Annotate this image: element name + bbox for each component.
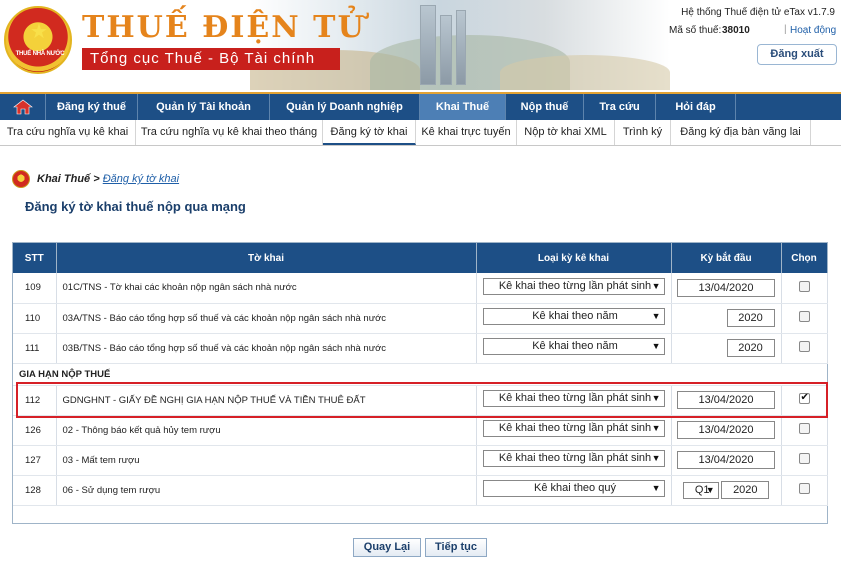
start-year-input[interactable]: 2020 <box>721 481 770 499</box>
start-date-input[interactable]: 13/04/2020 <box>677 421 775 439</box>
nav-home[interactable] <box>0 94 46 120</box>
select-checkbox[interactable] <box>798 311 810 322</box>
table-row: 111 03B/TNS - Báo cáo tổng hợp số thuế v… <box>13 333 828 364</box>
start-year-input[interactable]: 2020 <box>726 339 775 357</box>
start-date-input[interactable]: 13/04/2020 <box>677 451 775 469</box>
subnav-tra-cuu-nghia-vu[interactable]: Tra cứu nghĩa vụ kê khai <box>0 120 136 145</box>
period-type-select[interactable]: Kê khai theo từng lần phát sinh ▼ <box>482 420 665 437</box>
main-nav: Đăng ký thuế Quản lý Tài khoản Quản lý D… <box>0 92 841 120</box>
back-button[interactable]: Quay Lại <box>353 538 421 557</box>
start-date-input[interactable]: 13/04/2020 <box>677 391 775 409</box>
nav-quan-ly-doanh-nghiep[interactable]: Quản lý Doanh nghiệp <box>270 94 420 120</box>
dropdown-arrow-icon: ▼ <box>651 311 661 321</box>
nav-tra-cuu[interactable]: Tra cứu <box>584 94 656 120</box>
select-checkbox[interactable] <box>798 341 810 352</box>
start-date-input[interactable]: 13/04/2020 <box>677 278 775 297</box>
row-stt: 127 <box>13 445 57 476</box>
breadcrumb-separator: > <box>90 173 103 185</box>
start-year-input[interactable]: 2020 <box>726 309 775 327</box>
dropdown-arrow-icon: ▼ <box>705 484 715 495</box>
subnav-nop-to-khai-xml[interactable]: Nộp tờ khai XML <box>517 120 615 145</box>
taxcode-label: Mã số thuế: <box>669 25 722 36</box>
nav-quan-ly-tai-khoan[interactable]: Quản lý Tài khoản <box>138 94 270 120</box>
declaration-table-container: STT Tờ khai Loại kỳ kê khai Kỳ bắt đầu C… <box>12 242 828 524</box>
row-name: 02 - Thông báo kết quả hủy tem rượu <box>56 415 477 446</box>
row-stt: 128 <box>13 475 57 506</box>
row-name: 01C/TNS - Tờ khai các khoản nộp ngân sác… <box>56 273 477 304</box>
period-type-select[interactable]: Kê khai theo từng lần phát sinh ▼ <box>482 390 665 407</box>
table-row: 126 02 - Thông báo kết quả hủy tem rượu … <box>13 415 828 446</box>
period-type-select[interactable]: Kê khai theo từng lần phát sinh ▼ <box>482 277 665 295</box>
dropdown-arrow-icon: ▼ <box>651 341 661 351</box>
row-stt: 110 <box>13 303 57 334</box>
breadcrumb: Khai Thuế > Đăng ký tờ khai <box>37 173 179 185</box>
brand-subtitle: Tổng cục Thuế - Bộ Tài chính <box>82 48 340 70</box>
table-row: 112 GDNGHNT - GIẤY ĐỀ NGHỊ GIA HẠN NỘP T… <box>13 385 828 416</box>
subnav-ke-khai-truc-tuyen[interactable]: Kê khai trực tuyến <box>416 120 517 145</box>
row-name: 03A/TNS - Báo cáo tổng hợp số thuế và cá… <box>56 303 477 334</box>
breadcrumb-current[interactable]: Đăng ký tờ khai <box>103 173 179 185</box>
national-emblem-logo: ★ THUẾ NHÀ NƯỚC <box>4 6 72 74</box>
sub-nav: Tra cứu nghĩa vụ kê khai Tra cứu nghĩa v… <box>0 120 841 146</box>
dropdown-arrow-icon: ▼ <box>651 393 661 403</box>
table-header-row: STT Tờ khai Loại kỳ kê khai Kỳ bắt đầu C… <box>13 243 828 273</box>
row-name: GDNGHNT - GIẤY ĐỀ NGHỊ GIA HẠN NỘP THUẾ … <box>56 385 477 416</box>
dropdown-arrow-icon: ▼ <box>651 280 661 291</box>
row-stt: 109 <box>13 273 57 304</box>
page-title: Đăng ký tờ khai thuế nộp qua mạng <box>25 199 246 214</box>
activity-link[interactable]: Hoạt động <box>790 25 836 36</box>
group-label: GIA HẠN NỘP THUẾ <box>13 363 827 386</box>
select-checkbox[interactable] <box>798 280 810 292</box>
home-icon <box>13 99 33 115</box>
table-row: 128 06 - Sử dụng tem rượu Kê khai theo q… <box>13 475 828 506</box>
subnav-trinh-ky[interactable]: Trình ký <box>615 120 671 145</box>
table-row: 127 03 - Mất tem rượu Kê khai theo từng … <box>13 445 828 476</box>
dropdown-arrow-icon: ▼ <box>651 423 661 433</box>
header: ★ THUẾ NHÀ NƯỚC THUẾ ĐIỆN TỬ Tổng cục Th… <box>0 0 841 92</box>
quarter-select[interactable]: Q1 ▼ <box>682 481 719 499</box>
emblem-text: THUẾ NHÀ NƯỚC <box>15 51 65 57</box>
header-chon: Chọn <box>781 243 828 273</box>
dropdown-arrow-icon: ▼ <box>651 483 661 493</box>
subnav-dang-ky-dia-ban[interactable]: Đăng ký địa bàn vãng lai <box>671 120 811 145</box>
nav-dang-ky-thue[interactable]: Đăng ký thuế <box>46 94 138 120</box>
row-name: 03B/TNS - Báo cáo tổng hợp số thuế và cá… <box>56 333 477 364</box>
row-stt: 112 <box>13 385 57 416</box>
nav-hoi-dap[interactable]: Hỏi đáp <box>656 94 736 120</box>
group-row: GIA HẠN NỘP THUẾ <box>13 363 827 386</box>
logout-button[interactable]: Đăng xuất <box>757 44 837 65</box>
taxcode-separator: | <box>784 24 787 35</box>
period-type-select[interactable]: Kê khai theo từng lần phát sinh ▼ <box>482 450 665 467</box>
select-checkbox-checked[interactable] <box>798 392 810 404</box>
row-stt: 126 <box>13 415 57 446</box>
breadcrumb-khai-thue[interactable]: Khai Thuế <box>37 173 90 185</box>
subnav-tra-cuu-theo-thang[interactable]: Tra cứu nghĩa vụ kê khai theo tháng <box>136 120 323 145</box>
header-stt: STT <box>13 243 57 273</box>
period-type-select[interactable]: Kê khai theo quý ▼ <box>482 480 665 497</box>
period-type-select[interactable]: Kê khai theo năm ▼ <box>482 308 665 325</box>
row-stt: 111 <box>13 333 57 364</box>
select-checkbox[interactable] <box>798 483 810 494</box>
nav-nop-thue[interactable]: Nộp thuế <box>506 94 584 120</box>
star-icon: ★ <box>30 21 48 43</box>
table-row: 109 01C/TNS - Tờ khai các khoản nộp ngân… <box>13 273 828 304</box>
continue-button[interactable]: Tiếp tục <box>425 538 487 557</box>
brand-title: THUẾ ĐIỆN TỬ <box>82 10 366 45</box>
emblem-icon <box>12 170 30 188</box>
period-type-select[interactable]: Kê khai theo năm ▼ <box>482 338 665 355</box>
header-loai-ky: Loại kỳ kê khai <box>476 243 672 273</box>
header-to-khai: Tờ khai <box>56 243 477 273</box>
select-checkbox[interactable] <box>798 453 810 464</box>
header-ky-bat-dau: Kỳ bắt đầu <box>671 243 782 273</box>
table-row: 110 03A/TNS - Báo cáo tổng hợp số thuế v… <box>13 303 828 334</box>
row-name: 03 - Mất tem rượu <box>56 445 477 476</box>
nav-khai-thue[interactable]: Khai Thuế <box>420 94 506 120</box>
select-checkbox[interactable] <box>798 423 810 434</box>
system-name: Hệ thống Thuế điện tử eTax v1.7.9 <box>681 7 835 18</box>
subnav-dang-ky-to-khai[interactable]: Đăng ký tờ khai <box>323 120 416 145</box>
declaration-table: STT Tờ khai Loại kỳ kê khai Kỳ bắt đầu C… <box>13 243 828 506</box>
row-name: 06 - Sử dụng tem rượu <box>56 475 477 506</box>
dropdown-arrow-icon: ▼ <box>651 453 661 463</box>
taxcode-value: 38010 <box>722 25 750 36</box>
